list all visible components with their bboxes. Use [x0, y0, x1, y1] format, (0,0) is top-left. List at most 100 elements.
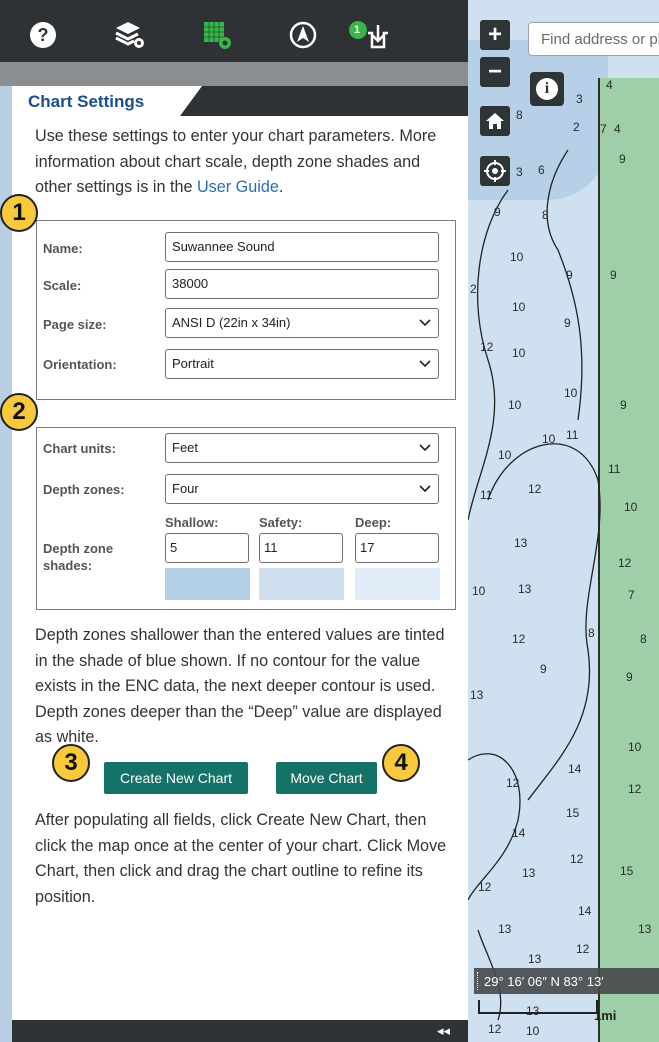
deep-depth-input[interactable]: 17 — [355, 533, 439, 563]
depth-sounding: 12 — [570, 852, 584, 866]
orientation-label: Orientation: — [43, 357, 117, 372]
shallow-depth-input[interactable]: 5 — [165, 533, 249, 563]
crosshair-icon — [484, 160, 506, 182]
layers-settings-icon — [115, 22, 144, 48]
depth-zone-note: Depth zones shallower than the entered v… — [35, 626, 445, 746]
download-button[interactable]: 1 — [346, 18, 394, 52]
chevron-down-icon — [419, 360, 431, 368]
depth-sounding: 11 — [480, 488, 493, 502]
depth-sounding: 10 — [542, 432, 556, 446]
home-button[interactable] — [480, 106, 510, 136]
depth-sounding: 9 — [564, 316, 571, 330]
chevron-down-icon — [419, 444, 431, 452]
collapse-panel-icon[interactable]: ◂◂ — [437, 1023, 450, 1039]
chart-units-select[interactable]: Feet — [165, 433, 439, 463]
step-callout-4: 4 — [382, 744, 420, 782]
depth-sounding: 8 — [640, 632, 647, 646]
depth-sounding: 7 — [628, 588, 635, 602]
safety-depth-input[interactable]: 11 — [259, 533, 343, 563]
depth-sounding: 12 — [488, 1022, 502, 1036]
depth-sounding: 15 — [566, 806, 580, 820]
chevron-down-icon — [419, 319, 431, 327]
depth-sounding: 13 — [522, 866, 536, 880]
scale-label-text: Scale: — [43, 278, 82, 293]
depth-zones-label: Depth zones: — [43, 482, 125, 497]
chevron-down-icon — [419, 485, 431, 493]
zoom-in-button[interactable]: + — [480, 20, 510, 50]
drag-handle-icon[interactable] — [477, 972, 480, 990]
depth-sounding: 10 — [498, 448, 512, 462]
panel-footer: ◂◂ — [12, 1020, 468, 1042]
depth-sounding: 10 — [472, 584, 486, 598]
name-label: Name: — [43, 241, 83, 256]
orientation-select[interactable]: Portrait — [165, 349, 439, 379]
shallow-header: Shallow: — [165, 515, 219, 530]
compass-button[interactable] — [286, 18, 320, 52]
depth-sounding: 15 — [620, 864, 634, 878]
help-icon: ? — [30, 22, 56, 48]
depth-sounding: 6 — [538, 163, 545, 177]
depth-sounding: 11 — [608, 462, 621, 476]
layers-settings-button[interactable] — [112, 18, 146, 52]
scale-bar — [478, 1000, 598, 1014]
help-button[interactable]: ? — [26, 18, 60, 52]
depth-sounding: 3 — [516, 165, 523, 179]
depth-sounding: 12 — [628, 782, 642, 796]
top-toolbar: ? 1 — [0, 0, 468, 62]
locate-button[interactable] — [480, 156, 510, 186]
move-chart-button[interactable]: Move Chart — [276, 762, 377, 794]
depth-sounding: 12 — [618, 556, 632, 570]
depth-sounding: 7 — [600, 122, 607, 136]
create-new-chart-button[interactable]: Create New Chart — [104, 762, 248, 794]
depth-sounding: 12 — [478, 880, 492, 894]
depth-sounding: 4 — [614, 122, 621, 136]
shallow-shade-swatch — [165, 568, 250, 600]
coordinate-text: 29° 16′ 06″ N 83° 13′ — [484, 974, 604, 989]
depth-sounding: 10 — [508, 398, 522, 412]
depth-sounding: 12 — [528, 482, 542, 496]
search-input[interactable]: Find address or place — [528, 22, 659, 56]
depth-sounding: 10 — [564, 386, 578, 400]
chart-parameters-group: Name: Suwannee Sound Scale: 38000 Page s… — [36, 220, 456, 400]
depth-sounding: 9 — [566, 268, 573, 282]
depth-settings-group: Chart units: Feet Depth zones: Four Shal… — [36, 427, 456, 610]
name-field[interactable]: Suwannee Sound — [165, 232, 439, 262]
chart-settings-button[interactable] — [200, 18, 234, 52]
instructions-text: After populating all fields, click Creat… — [35, 811, 447, 906]
user-guide-link[interactable]: User Guide — [197, 178, 279, 196]
info-button[interactable]: i — [530, 72, 564, 106]
home-icon — [486, 113, 504, 129]
page-size-select[interactable]: ANSI D (22in x 34in) — [165, 308, 439, 338]
depth-sounding: 12 — [576, 942, 590, 956]
depth-sounding: 12 — [480, 340, 494, 354]
intro-text: Use these settings to enter your chart p… — [35, 124, 453, 201]
depth-sounding: 8 — [516, 108, 523, 122]
depth-sounding: 10 — [628, 740, 642, 754]
info-icon: i — [536, 78, 558, 100]
step-callout-1: 1 — [0, 194, 38, 232]
scale-field[interactable]: 38000 — [165, 269, 439, 299]
depth-sounding: 9 — [626, 670, 633, 684]
chart-units-value: Feet — [172, 440, 199, 455]
depth-zones-select[interactable]: Four — [165, 474, 439, 504]
plus-icon: + — [487, 21, 502, 48]
orientation-value: Portrait — [172, 356, 214, 371]
coordinate-readout: 29° 16′ 06″ N 83° 13′ — [474, 968, 659, 994]
svg-text:?: ? — [38, 25, 49, 45]
chart-units-label: Chart units: — [43, 441, 116, 456]
intro-end: . — [278, 178, 284, 196]
depth-sounding: 9 — [494, 205, 501, 219]
depth-sounding: 2 — [573, 120, 580, 134]
toolbar-divider — [0, 62, 468, 86]
depth-sounding: 4 — [606, 78, 613, 92]
step-callout-2: 2 — [0, 393, 38, 431]
minus-icon: − — [487, 58, 502, 85]
tab-chart-settings[interactable]: Chart Settings — [12, 86, 180, 116]
download-count-badge: 1 — [354, 24, 361, 36]
zoom-out-button[interactable]: − — [480, 57, 510, 87]
chart-settings-panel: Chart Settings Use these settings to ent… — [12, 86, 468, 1020]
tab-notch — [180, 86, 202, 116]
depth-sounding: 2 — [470, 282, 477, 296]
deep-header: Deep: — [355, 515, 392, 530]
depth-sounding: 13 — [514, 536, 528, 550]
